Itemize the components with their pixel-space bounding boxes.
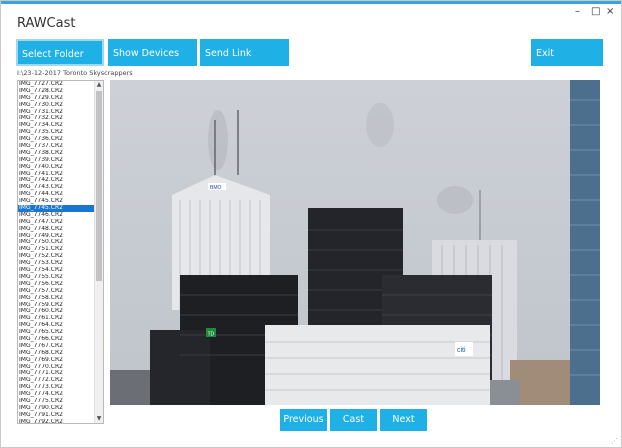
skyline-photo: BMO TD citi — [110, 80, 600, 405]
show-devices-button[interactable]: Show Devices — [108, 39, 197, 66]
file-list-item[interactable]: IMG_7761.CR2 — [18, 315, 96, 322]
scroll-up-icon[interactable]: ▲ — [95, 81, 103, 89]
bmo-sign: BMO — [210, 185, 222, 191]
td-sign: TD — [208, 332, 215, 338]
resize-grip-icon[interactable]: ⋰ — [611, 437, 618, 445]
file-list-item[interactable]: IMG_7748.CR2 — [18, 226, 96, 233]
file-list-item[interactable]: IMG_7730.CR2 — [18, 102, 96, 109]
file-list-item[interactable]: IMG_7745.CR2 — [18, 198, 96, 205]
previous-button[interactable]: Previous — [280, 409, 327, 431]
file-list-item[interactable]: IMG_7755.CR2 — [18, 274, 96, 281]
file-list-item[interactable]: IMG_7767.CR2 — [18, 343, 96, 350]
cast-button[interactable]: Cast — [330, 409, 377, 431]
file-list-item[interactable]: IMG_7771.CR2 — [18, 370, 96, 377]
send-link-button[interactable]: Send Link — [200, 39, 289, 66]
file-list-item[interactable]: IMG_7735.CR2 — [18, 129, 96, 136]
file-list-item[interactable]: IMG_7743.CR2 — [18, 184, 96, 191]
file-list-item[interactable]: IMG_7742.CR2 — [18, 177, 96, 184]
file-list-item[interactable]: IMG_7740.CR2 — [18, 164, 96, 171]
file-list-item[interactable]: IMG_7753.CR2 — [18, 260, 96, 267]
file-list-item[interactable]: IMG_7736.CR2 — [18, 136, 96, 143]
window-accent-bar — [1, 1, 621, 4]
file-list-item[interactable]: IMG_7760.CR2 — [18, 308, 96, 315]
exit-button[interactable]: Exit — [531, 39, 603, 66]
file-list-item[interactable]: IMG_7792.CR2 — [18, 419, 96, 423]
next-button[interactable]: Next — [380, 409, 427, 431]
close-icon[interactable]: × — [606, 7, 614, 17]
file-list-item[interactable]: IMG_7732.CR2 — [18, 115, 96, 122]
minimize-icon[interactable]: – — [575, 7, 580, 17]
file-list-item[interactable]: IMG_7728.CR2 — [18, 88, 96, 95]
folder-path: I:\23-12-2017 Toronto Skyscrappers — [17, 69, 133, 77]
file-list[interactable]: IMG_7727.CR2 IMG_7728.CR2 IMG_7729.CR2 IMG_… — [17, 80, 104, 424]
file-list-item[interactable]: IMG_7734.CR2 — [18, 122, 96, 129]
file-list-item[interactable]: IMG_7739.CR2 — [18, 157, 96, 164]
file-list-item[interactable]: IMG_7768.CR2 — [18, 350, 96, 357]
file-list-item[interactable]: IMG_7741.CR2 — [18, 171, 96, 178]
file-list-item[interactable]: IMG_7766.CR2 — [18, 336, 96, 343]
file-list-item[interactable]: IMG_7790.CR2 — [18, 405, 96, 412]
citi-sign: citi — [457, 347, 466, 354]
file-list-item[interactable]: IMG_7745.CR2 — [18, 205, 96, 212]
file-list-item[interactable]: IMG_7791.CR2 — [18, 412, 96, 419]
file-list-item[interactable]: IMG_7752.CR2 — [18, 253, 96, 260]
select-folder-button[interactable]: Select Folder — [16, 39, 104, 66]
maximize-icon[interactable]: □ — [591, 7, 600, 17]
photo-preview: BMO TD citi — [110, 80, 600, 405]
file-list-item[interactable]: IMG_7737.CR2 — [18, 143, 96, 150]
file-list-item[interactable]: IMG_7764.CR2 — [18, 322, 96, 329]
file-list-items: IMG_7727.CR2 IMG_7728.CR2 IMG_7729.CR2 IMG_… — [18, 81, 96, 423]
file-list-scrollbar[interactable]: ▲ ▼ — [94, 81, 103, 423]
file-list-item[interactable]: IMG_7746.CR2 — [18, 212, 96, 219]
file-list-item[interactable]: IMG_7765.CR2 — [18, 329, 96, 336]
file-list-item[interactable]: IMG_7774.CR2 — [18, 391, 96, 398]
file-list-item[interactable]: IMG_7758.CR2 — [18, 295, 96, 302]
file-list-item[interactable]: IMG_7775.CR2 — [18, 398, 96, 405]
scrollbar-thumb[interactable] — [96, 91, 102, 281]
scroll-down-icon[interactable]: ▼ — [95, 415, 103, 423]
file-list-item[interactable]: IMG_7744.CR2 — [18, 191, 96, 198]
file-list-item[interactable]: IMG_7759.CR2 — [18, 302, 96, 309]
file-list-item[interactable]: IMG_7729.CR2 — [18, 95, 96, 102]
file-list-item[interactable]: IMG_7756.CR2 — [18, 281, 96, 288]
file-list-item[interactable]: IMG_7750.CR2 — [18, 239, 96, 246]
file-list-item[interactable]: IMG_7727.CR2 — [18, 81, 96, 88]
window-title: RAWCast — [17, 16, 76, 31]
file-list-item[interactable]: IMG_7731.CR2 — [18, 109, 96, 116]
file-list-item[interactable]: IMG_7770.CR2 — [18, 364, 96, 371]
file-list-item[interactable]: IMG_7772.CR2 — [18, 377, 96, 384]
file-list-item[interactable]: IMG_7769.CR2 — [18, 357, 96, 364]
file-list-item[interactable]: IMG_7747.CR2 — [18, 219, 96, 226]
file-list-item[interactable]: IMG_7754.CR2 — [18, 267, 96, 274]
file-list-item[interactable]: IMG_7773.CR2 — [18, 384, 96, 391]
file-list-item[interactable]: IMG_7751.CR2 — [18, 246, 96, 253]
file-list-item[interactable]: IMG_7749.CR2 — [18, 233, 96, 240]
file-list-item[interactable]: IMG_7757.CR2 — [18, 288, 96, 295]
file-list-item[interactable]: IMG_7738.CR2 — [18, 150, 96, 157]
